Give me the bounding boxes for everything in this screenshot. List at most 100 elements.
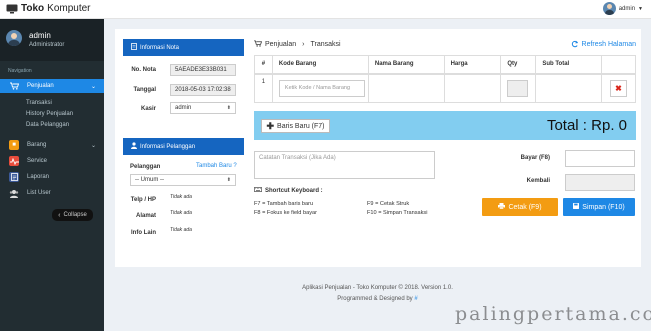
telp-value: Tidak ada [170, 194, 192, 200]
col-header: # [254, 55, 273, 75]
report-icon [9, 172, 19, 182]
row-number: 1 [254, 73, 273, 103]
chevron-left-icon: ‹ [58, 211, 61, 219]
pelanggan-select[interactable]: -- Umum -- ⬍ [130, 174, 236, 186]
alamat-label: Alamat [135, 213, 156, 219]
kode-barang-input[interactable]: Ketik Kode / Nama Barang [278, 79, 365, 97]
sidebar-item-laporan[interactable]: Laporan [0, 170, 104, 184]
sidebar-item-service[interactable]: Service [0, 154, 104, 168]
kembali-label: Kembali [526, 178, 550, 184]
save-button[interactable]: Simpan (F10) [563, 198, 635, 216]
add-row-label: Baris Baru (F7) [277, 122, 325, 130]
breadcrumb-item-transaksi: Transaksi [310, 41, 341, 48]
close-icon: ✖ [615, 83, 622, 93]
nota-header-label: Informasi Nota [140, 44, 180, 51]
refresh-label: Refresh Halaman [581, 41, 636, 48]
footer-line-1: Aplikasi Penjualan - Toko Komputer © 201… [302, 285, 453, 291]
transaction-table: # Kode Barang Nama Barang Harga Qty Sub … [254, 55, 636, 103]
sidebar-item-label: List User [27, 190, 51, 196]
sidebar-user-name: admin [29, 31, 51, 40]
pulse-icon [9, 156, 19, 166]
pelanggan-label: Pelanggan [130, 164, 161, 170]
table-header-row: # Kode Barang Nama Barang Harga Qty Sub … [254, 55, 636, 75]
sidebar-subitem-pelanggan[interactable]: Data Pelanggan [26, 122, 69, 128]
cart-icon [254, 40, 263, 49]
app-title-rest: Komputer [47, 3, 91, 14]
no-nota-field[interactable]: 5AEADE3E33B031 [170, 64, 236, 76]
save-label: Simpan (F10) [582, 203, 625, 211]
shortcut-item: F7 = Tambah baris baru [254, 201, 314, 207]
monitor-icon [6, 4, 18, 14]
user-menu-name: admin [618, 5, 636, 12]
tambah-pelanggan-link[interactable]: Tambah Baru ? [196, 163, 237, 169]
user-panel: admin Administrator [0, 19, 104, 61]
sidebar-subitem-history[interactable]: History Penjualan [26, 111, 73, 117]
save-icon [573, 203, 580, 211]
cart-icon [9, 81, 19, 91]
sidebar-item-list-user[interactable]: List User [0, 186, 104, 200]
app-title-bold: Toko [21, 3, 45, 14]
collapse-label: Collapse [63, 212, 87, 218]
users-icon [9, 188, 19, 198]
breadcrumb-item-penjualan[interactable]: Penjualan [265, 41, 296, 48]
shortcut-item: F10 = Simpan Transaksi [367, 210, 428, 216]
sidebar-item-barang[interactable]: ■ Barang ⌄ [0, 138, 104, 152]
print-icon [498, 203, 506, 211]
shortcut-item: F9 = Cetak Struk [367, 201, 410, 207]
qty-input[interactable] [507, 79, 529, 97]
subtotal-cell [535, 73, 603, 103]
print-button[interactable]: Cetak (F9) [482, 198, 558, 216]
kasir-select[interactable]: admin ⬍ [170, 102, 236, 114]
footer-credit: Programmed & Designed by [337, 296, 413, 302]
chevron-down-icon: ⬍ [226, 177, 231, 183]
telp-label: Telp / HP [130, 197, 156, 203]
col-header: Sub Total [535, 55, 603, 75]
bayar-input[interactable] [565, 150, 635, 167]
avatar [6, 30, 22, 46]
pelanggan-panel-header: Informasi Pelanggan [123, 138, 244, 155]
pelanggan-select-value: -- Umum -- [135, 177, 164, 183]
note-textarea[interactable]: Catatan Transaksi (Jika Ada) [254, 151, 435, 179]
no-nota-label: No. Nota [131, 67, 156, 73]
chevron-down-icon: ⌄ [90, 83, 96, 90]
box-icon: ■ [9, 140, 19, 150]
sidebar-item-penjualan[interactable]: Penjualan ⌄ [0, 79, 104, 93]
refresh-icon [571, 40, 579, 50]
sidebar-item-label: Laporan [27, 174, 50, 180]
qty-cell [500, 73, 537, 103]
kasir-select-value: admin [175, 105, 192, 111]
refresh-button[interactable]: Refresh Halaman [571, 40, 636, 50]
content-header: Penjualan › Transaksi Refresh Halaman [254, 39, 636, 50]
col-header: Nama Barang [367, 55, 445, 75]
document-icon [131, 43, 137, 52]
tanggal-field[interactable]: 2018-05-03 17:02:38 [170, 84, 236, 96]
footer-credit-link[interactable]: # [414, 296, 417, 302]
watermark: palingpertama.com [455, 303, 651, 325]
col-header: Qty [500, 55, 537, 75]
user-menu[interactable]: admin ▼ [602, 2, 643, 15]
tanggal-label: Tanggal [133, 87, 156, 93]
app-brand[interactable]: Toko Komputer [6, 3, 91, 14]
chevron-down-icon: ⌄ [90, 142, 96, 149]
add-row-button[interactable]: ✚ Baris Baru (F7) [261, 119, 330, 133]
info-lain-value: Tidak ada [170, 227, 192, 233]
sidebar-item-label: Penjualan [27, 83, 54, 89]
nama-cell [367, 73, 445, 103]
delete-row-button[interactable]: ✖ [610, 79, 628, 97]
sidebar-item-label: Barang [27, 142, 47, 148]
nav-header: Navigation [8, 68, 32, 74]
kode-cell: Ketik Kode / Nama Barang [271, 73, 369, 103]
alamat-value: Tidak ada [170, 210, 192, 216]
sidebar-user-role: Administrator [29, 42, 65, 48]
top-navbar: Toko Komputer admin ▼ [0, 0, 651, 19]
breadcrumb: Penjualan › Transaksi [254, 40, 341, 49]
harga-cell [443, 73, 502, 103]
avatar [602, 2, 616, 15]
collapse-button[interactable]: ‹ Collapse [52, 209, 93, 221]
plus-icon: ✚ [266, 120, 275, 131]
kasir-label: Kasir [140, 106, 156, 112]
col-header-action [601, 55, 636, 75]
sidebar-subitem-transaksi[interactable]: Transaksi [26, 100, 52, 106]
breadcrumb-separator: › [302, 41, 305, 48]
chevron-down-icon: ▼ [638, 5, 643, 12]
